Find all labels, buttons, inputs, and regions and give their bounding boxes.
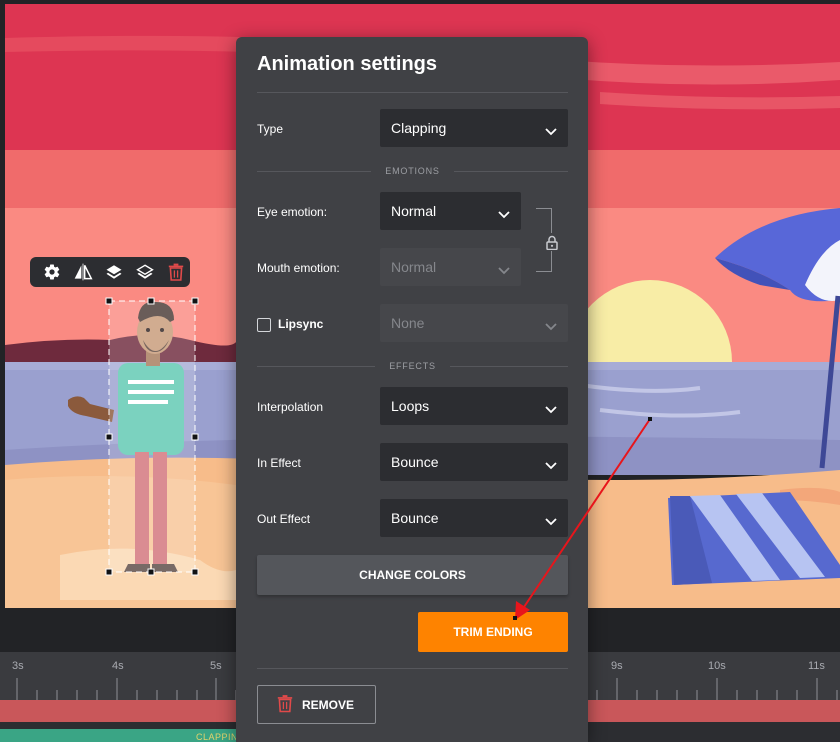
effects-heading-text: EFFECTS xyxy=(389,361,436,371)
chevron-down-icon xyxy=(545,457,557,473)
chevron-down-icon xyxy=(545,318,557,334)
trash-icon xyxy=(277,694,293,716)
effects-heading: EFFECTS xyxy=(257,360,569,372)
in-effect-value: Bounce xyxy=(391,454,439,470)
in-effect-select[interactable]: Bounce xyxy=(380,443,568,481)
gear-icon[interactable] xyxy=(38,258,65,286)
interpolation-value: Loops xyxy=(391,398,430,414)
trash-icon[interactable] xyxy=(163,258,190,286)
change-colors-button[interactable]: CHANGE COLORS xyxy=(257,555,568,595)
remove-button-label: REMOVE xyxy=(302,697,355,712)
mouth-emotion-value: Normal xyxy=(391,259,437,275)
flip-icon[interactable] xyxy=(69,258,96,286)
trim-ending-button[interactable]: TRIM ENDING xyxy=(418,612,568,652)
panel-title: Animation settings xyxy=(257,53,438,75)
chevron-down-icon xyxy=(545,401,557,417)
eye-emotion-value: Normal xyxy=(391,203,437,219)
chevron-down-icon xyxy=(498,206,510,222)
eye-emotion-select[interactable]: Normal xyxy=(380,192,521,230)
out-effect-value: Bounce xyxy=(391,510,439,526)
animation-settings-panel: Animation settings Type Clapping EMOTION… xyxy=(236,37,588,742)
timeline-clip-label: CLAPPIN xyxy=(196,732,239,742)
emotions-heading-text: EMOTIONS xyxy=(385,166,440,176)
eye-emotion-label: Eye emotion: xyxy=(257,205,328,219)
in-effect-label: In Effect xyxy=(257,456,301,470)
mouth-emotion-select[interactable]: Normal xyxy=(380,248,521,286)
lipsync-select[interactable]: None xyxy=(380,304,568,342)
chevron-down-icon xyxy=(545,123,557,139)
mouth-emotion-label: Mouth emotion: xyxy=(257,261,340,275)
chevron-down-icon xyxy=(545,513,557,529)
layer-down-icon[interactable] xyxy=(132,258,159,286)
divider xyxy=(257,92,568,93)
interpolation-select[interactable]: Loops xyxy=(380,387,568,425)
remove-button[interactable]: REMOVE xyxy=(257,685,376,724)
lock-icon[interactable] xyxy=(543,233,561,251)
interpolation-label: Interpolation xyxy=(257,400,324,414)
chevron-down-icon xyxy=(498,262,510,278)
divider xyxy=(257,668,568,669)
out-effect-label: Out Effect xyxy=(257,512,311,526)
emotions-heading: EMOTIONS xyxy=(257,165,568,177)
lipsync-checkbox[interactable] xyxy=(257,318,271,332)
app-root: 3s 4s 5s 9s 10s 11s CLAPPIN Animation se… xyxy=(0,0,840,742)
element-toolbar xyxy=(30,257,190,287)
type-select[interactable]: Clapping xyxy=(380,109,568,147)
layer-up-icon[interactable] xyxy=(100,258,127,286)
lipsync-label: Lipsync xyxy=(278,317,324,331)
type-select-value: Clapping xyxy=(391,120,447,136)
type-label: Type xyxy=(257,122,284,136)
out-effect-select[interactable]: Bounce xyxy=(380,499,568,537)
lipsync-value: None xyxy=(391,315,425,331)
